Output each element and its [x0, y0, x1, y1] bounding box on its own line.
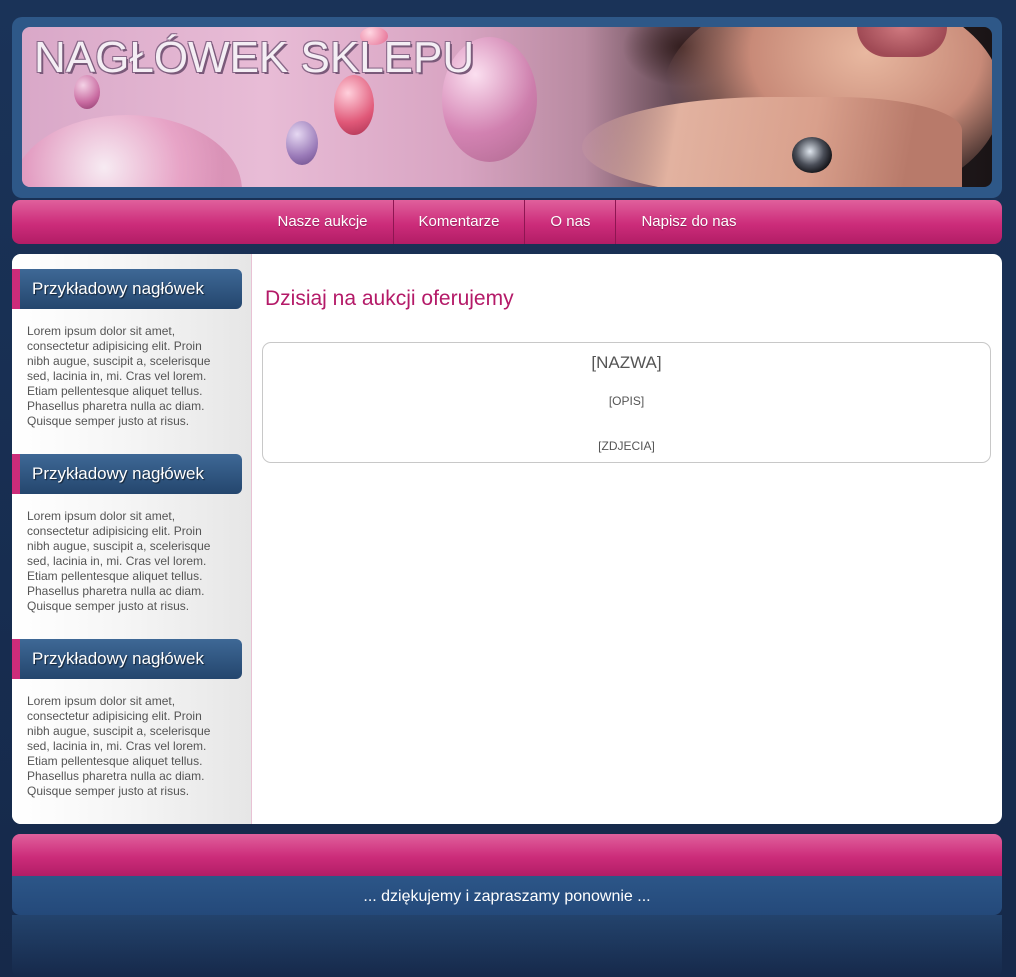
nav-item-comments[interactable]: Komentarze: [392, 200, 525, 244]
main-navigation: Nasze aukcje Komentarze O nas Napisz do …: [12, 200, 1002, 244]
offer-box: [NAZWA] [OPIS] [ZDJECIA]: [262, 342, 991, 463]
footer-bar: [12, 834, 1002, 876]
ring-jewel: [792, 137, 832, 173]
nav-item-about[interactable]: O nas: [524, 200, 615, 244]
model-hand: [582, 97, 962, 187]
sidebar-heading: Przykładowy nagłówek: [12, 269, 242, 309]
sidebar-text: Lorem ipsum dolor sit amet, consectetur …: [27, 324, 211, 428]
offer-photos: [ZDJECIA]: [598, 439, 655, 453]
sidebar-heading-label: Przykładowy nagłówek: [32, 649, 204, 668]
content-panel: Przykładowy nagłówek Lorem ipsum dolor s…: [12, 254, 1002, 824]
sidebar-heading-label: Przykładowy nagłówek: [32, 464, 204, 483]
header-banner: NAGŁÓWEK SKLEPU: [22, 27, 992, 187]
nav-item-auctions[interactable]: Nasze aukcje: [252, 200, 392, 244]
sidebar-text: Lorem ipsum dolor sit amet, consectetur …: [27, 509, 211, 613]
header-frame: NAGŁÓWEK SKLEPU: [12, 17, 1002, 198]
nav-item-contact[interactable]: Napisz do nas: [615, 200, 761, 244]
sidebar: Przykładowy nagłówek Lorem ipsum dolor s…: [12, 254, 252, 824]
sidebar-heading: Przykładowy nagłówek: [12, 639, 242, 679]
footer-text: ... dziękujemy i zapraszamy ponownie ...: [363, 888, 651, 905]
sidebar-heading: Przykładowy nagłówek: [12, 454, 242, 494]
footer: ... dziękujemy i zapraszamy ponownie ...: [12, 876, 1002, 915]
sidebar-heading-label: Przykładowy nagłówek: [32, 279, 204, 298]
balloon-decoration: [286, 121, 318, 165]
sidebar-text: Lorem ipsum dolor sit amet, consectetur …: [27, 694, 211, 798]
page-title: Dzisiaj na aukcji oferujemy: [265, 287, 514, 310]
footer-reflection: [12, 915, 1002, 977]
offer-name: [NAZWA]: [591, 353, 662, 372]
balloon-decoration: [334, 75, 374, 135]
bubble-decoration: [22, 115, 242, 187]
shop-header-title: NAGŁÓWEK SKLEPU: [34, 33, 475, 82]
offer-description: [OPIS]: [608, 394, 645, 408]
